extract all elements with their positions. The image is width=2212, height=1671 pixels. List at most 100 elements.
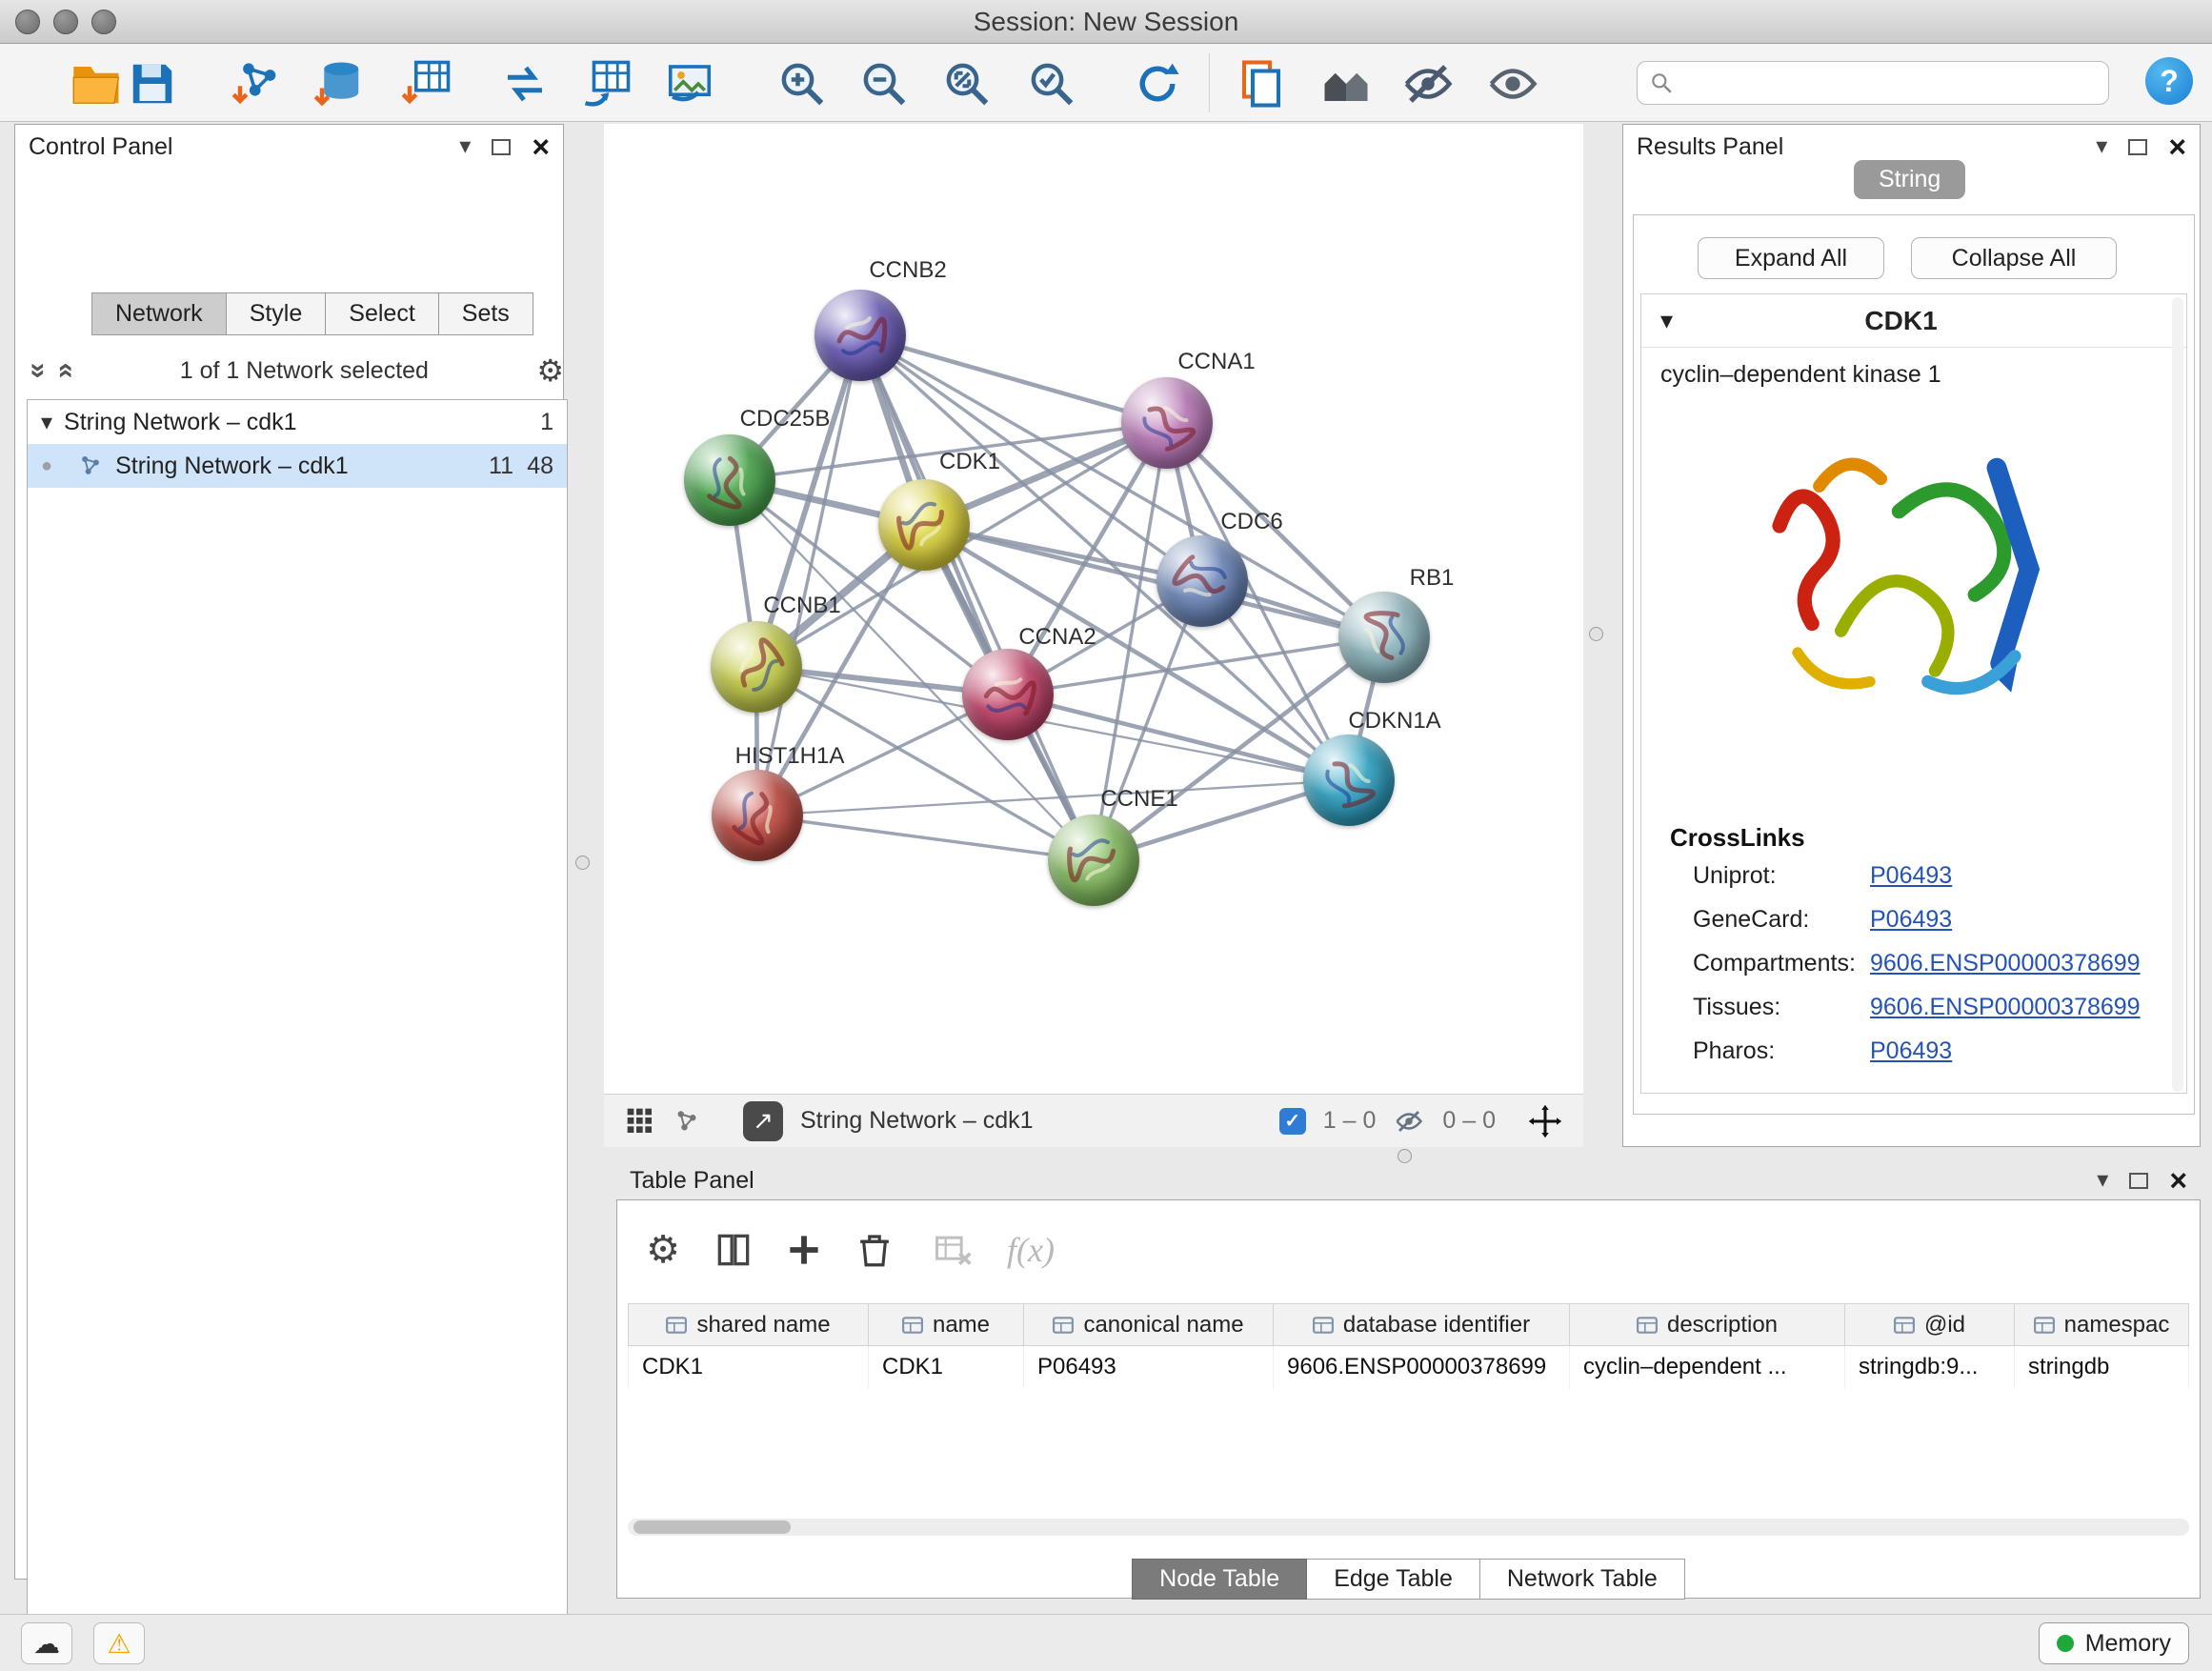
zoom-fit-button[interactable] — [938, 55, 995, 112]
pharos-link[interactable]: P06493 — [1870, 1037, 1952, 1065]
cell-id[interactable]: stringdb:9... — [1845, 1346, 2015, 1388]
collapse-all-networks-icon[interactable]: » — [48, 363, 80, 379]
network-node-cdc25b[interactable] — [684, 434, 775, 526]
warnings-button[interactable]: ⚠ — [93, 1622, 145, 1664]
tab-edge-table[interactable]: Edge Table — [1307, 1559, 1480, 1600]
hidden-items-icon[interactable] — [1393, 1107, 1425, 1136]
compartments-link[interactable]: 9606.ENSP00000378699 — [1870, 950, 2141, 977]
column-header[interactable]: name — [869, 1304, 1024, 1346]
panel-menu-icon[interactable]: ▾ — [459, 135, 471, 158]
zoom-selected-button[interactable] — [1023, 55, 1080, 112]
pan-crosshair-icon[interactable] — [1528, 1104, 1562, 1138]
help-button[interactable]: ? — [2145, 57, 2193, 105]
network-node-cdc6[interactable] — [1156, 535, 1248, 627]
cell-shared-name[interactable]: CDK1 — [629, 1346, 869, 1388]
float-panel-icon[interactable] — [492, 139, 511, 155]
table-horizontal-scrollbar[interactable] — [628, 1519, 2189, 1536]
tab-network[interactable]: Network — [91, 292, 227, 335]
entry-collapse-icon[interactable]: ▾ — [1660, 306, 1673, 335]
minimize-window-button[interactable] — [53, 10, 78, 34]
zoom-out-button[interactable] — [855, 55, 913, 112]
column-header[interactable]: shared name — [629, 1304, 869, 1346]
table-options-button[interactable]: ⚙ — [636, 1223, 690, 1277]
network-edge-ccnb2-ccne1[interactable] — [860, 335, 1094, 860]
cloud-status-button[interactable]: ☁ — [21, 1622, 72, 1664]
refresh-view-button[interactable] — [1129, 55, 1186, 112]
network-node-hist1h1a[interactable] — [712, 770, 803, 861]
import-table-button[interactable] — [398, 55, 455, 112]
show-columns-button[interactable] — [707, 1223, 760, 1277]
results-close-icon[interactable]: × — [2168, 131, 2186, 162]
cell-database-identifier[interactable]: 9606.ENSP00000378699 — [1274, 1346, 1570, 1388]
network-from-table-button[interactable] — [578, 55, 635, 112]
clone-network-button[interactable] — [496, 55, 553, 112]
birdseye-button[interactable] — [1317, 55, 1375, 112]
tab-network-table[interactable]: Network Table — [1480, 1559, 1685, 1600]
results-menu-icon[interactable]: ▾ — [2096, 135, 2107, 158]
crosslink-row: Tissues: 9606.ENSP00000378699 — [1693, 994, 2141, 1021]
table-menu-icon[interactable]: ▾ — [2097, 1169, 2108, 1192]
close-panel-icon[interactable]: × — [532, 131, 550, 162]
network-collection-row[interactable]: ▾ String Network – cdk1 1 — [28, 400, 567, 444]
detach-view-button[interactable]: ↗ — [743, 1101, 783, 1141]
table-close-icon[interactable]: × — [2169, 1165, 2187, 1196]
search-input[interactable] — [1683, 70, 2097, 96]
column-header[interactable]: @id — [1845, 1304, 2015, 1346]
results-float-icon[interactable] — [2128, 139, 2147, 155]
create-column-button[interactable] — [777, 1223, 831, 1277]
column-header[interactable]: canonical name — [1024, 1304, 1274, 1346]
selected-nodes-checkbox[interactable]: ✓ — [1279, 1108, 1306, 1135]
zoom-in-button[interactable] — [774, 55, 831, 112]
tab-select[interactable]: Select — [326, 292, 438, 335]
tree-expander-icon[interactable]: ▾ — [41, 409, 52, 436]
network-node-rb1[interactable] — [1338, 592, 1430, 683]
network-node-cdk1[interactable] — [878, 479, 970, 571]
share-view-icon[interactable] — [673, 1107, 701, 1136]
network-node-ccne1[interactable] — [1048, 815, 1139, 906]
open-session-button[interactable] — [69, 55, 126, 112]
genecard-link[interactable]: P06493 — [1870, 906, 1952, 934]
annotations-button[interactable] — [1233, 55, 1290, 112]
scrollbar-thumb[interactable] — [633, 1520, 791, 1534]
column-header[interactable]: namespac — [2015, 1304, 2189, 1346]
tab-string[interactable]: String — [1854, 160, 1965, 199]
network-node-ccna2[interactable] — [962, 649, 1054, 740]
memory-button[interactable]: Memory — [2039, 1622, 2189, 1664]
show-graphics-button[interactable] — [1484, 55, 1541, 112]
export-image-button[interactable] — [661, 55, 718, 112]
tab-style[interactable]: Style — [227, 292, 327, 335]
network-row-selected[interactable]: ● String Network – cdk1 11 48 — [28, 444, 567, 488]
maximize-window-button[interactable] — [91, 10, 116, 34]
save-session-button[interactable] — [124, 55, 181, 112]
grid-view-icon[interactable] — [625, 1106, 655, 1137]
tab-node-table[interactable]: Node Table — [1132, 1559, 1307, 1600]
left-splitter-handle[interactable] — [575, 856, 590, 870]
import-network-button[interactable] — [229, 55, 286, 112]
close-window-button[interactable] — [15, 10, 40, 34]
table-float-icon[interactable] — [2129, 1173, 2148, 1189]
delete-column-button[interactable] — [848, 1223, 901, 1277]
network-node-ccna1[interactable] — [1121, 377, 1213, 469]
tissues-link[interactable]: 9606.ENSP00000378699 — [1870, 994, 2141, 1021]
cell-name[interactable]: CDK1 — [869, 1346, 1024, 1388]
column-header[interactable]: description — [1570, 1304, 1845, 1346]
entry-scrollbar[interactable] — [2172, 297, 2183, 1092]
network-view-canvas[interactable]: CCNB2CCNA1CDC25BCDK1CDC6RB1CCNB1CCNA2CDK… — [604, 124, 1583, 1094]
column-header[interactable]: database identifier — [1274, 1304, 1570, 1346]
cell-description[interactable]: cyclin–dependent ... — [1570, 1346, 1845, 1388]
cell-namespace[interactable]: stringdb — [2015, 1346, 2189, 1388]
entry-header[interactable]: ▾ CDK1 — [1641, 294, 2186, 348]
table-row[interactable]: CDK1 CDK1 P06493 9606.ENSP00000378699 cy… — [629, 1346, 2189, 1388]
network-node-cdkn1a[interactable] — [1303, 735, 1395, 826]
network-node-ccnb1[interactable] — [711, 621, 802, 713]
network-options-gear-icon[interactable]: ⚙ — [536, 352, 564, 389]
network-node-ccnb2[interactable] — [814, 290, 906, 381]
import-database-button[interactable] — [311, 55, 368, 112]
cell-canonical-name[interactable]: P06493 — [1024, 1346, 1274, 1388]
tab-sets[interactable]: Sets — [439, 292, 533, 335]
right-splitter-handle[interactable] — [1589, 627, 1603, 641]
collapse-all-button[interactable]: Collapse All — [1911, 237, 2117, 279]
expand-all-button[interactable]: Expand All — [1698, 237, 1884, 279]
hide-graphics-button[interactable] — [1399, 55, 1457, 112]
uniprot-link[interactable]: P06493 — [1870, 862, 1952, 890]
